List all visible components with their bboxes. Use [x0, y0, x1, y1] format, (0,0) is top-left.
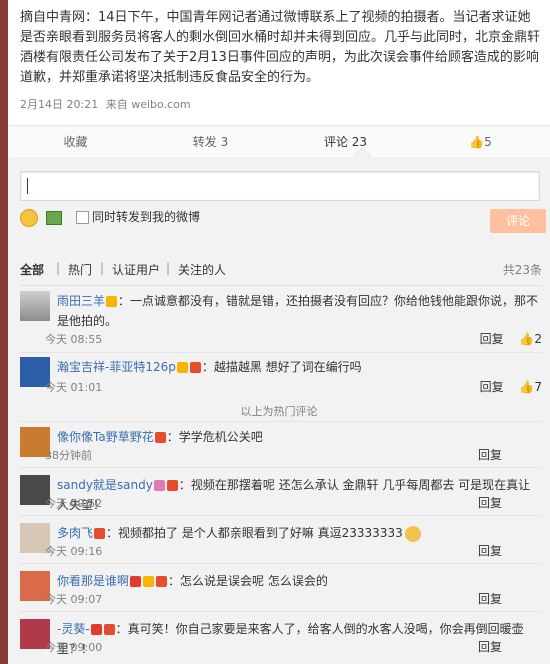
- thumbs-up-icon: 👍: [519, 380, 535, 394]
- comment-username[interactable]: 多肉飞: [57, 526, 93, 540]
- comment-time: 今天 01:01: [45, 381, 103, 394]
- comment-button[interactable]: 评论 23: [278, 126, 413, 158]
- reply-link[interactable]: 回复: [478, 448, 502, 462]
- weibo-card: 摘自中青网：14日下午，中国青年网记者通过微博联系上了视频的拍摄者。当记者求证她…: [8, 0, 550, 664]
- reply-link[interactable]: 回复: [478, 640, 502, 654]
- favorite-button[interactable]: 收藏: [8, 126, 143, 158]
- thumbs-up-icon: 👍: [519, 332, 535, 346]
- doge-emoji-icon: [404, 525, 421, 542]
- comment-text: ：学学危机公关吧: [166, 430, 263, 444]
- emoji-icon[interactable]: [20, 209, 38, 227]
- comment-time: 38分钟前: [45, 449, 92, 462]
- comment-text: ：一点诚意都没有，错就是错，还拍摄者没有回应？你给他钱他能跟你说，那不是他拍的。: [57, 294, 539, 328]
- image-icon[interactable]: [46, 211, 62, 225]
- comment-text: ：越描越黑 想好了词在编行吗: [201, 360, 362, 374]
- comment-username[interactable]: sandy就是sandy: [57, 478, 153, 492]
- like-button[interactable]: 👍5: [413, 126, 548, 158]
- comment-text: ：视频都拍了 是个人都亲眼看到了好嘛 真逗23333333: [106, 526, 403, 540]
- star-badge-icon: [90, 624, 102, 635]
- comment-item: 像你像Ta野草野花 ：学学危机公关吧: [20, 427, 542, 457]
- reply-link[interactable]: 回复: [480, 380, 504, 394]
- member-badge-icon: [94, 528, 106, 539]
- filter-all[interactable]: 全部: [20, 261, 44, 278]
- comment-input[interactable]: [20, 171, 540, 201]
- comment-time: 今天 09:16: [45, 545, 103, 558]
- comment-username[interactable]: 雨田三羊: [57, 294, 105, 308]
- forward-label: 同时转发到我的微博: [92, 210, 201, 224]
- verified-badge-icon: [143, 576, 155, 587]
- filter-following[interactable]: 关注的人: [178, 261, 226, 278]
- comment-text: ：真可笑！你自己家要是来客人了，给客人倒的水客人没喝，你会再倒回暖壶里？！: [57, 622, 524, 656]
- comment-like[interactable]: 👍7: [519, 380, 542, 394]
- comment-username[interactable]: 你看那是谁啊: [57, 574, 129, 588]
- comment-time: 今天 09:52: [45, 497, 103, 510]
- comment-time: 今天 09:07: [45, 593, 103, 606]
- member-badge-icon: [154, 432, 166, 443]
- action-bar: 收藏 转发 3 评论 23 👍5: [8, 125, 550, 159]
- post-meta: 2月14日 20:21 来自 weibo.com: [20, 96, 191, 112]
- star-badge-icon: [130, 576, 142, 587]
- filter-hot[interactable]: 热门: [68, 261, 92, 278]
- member-badge-icon: [103, 624, 115, 635]
- reply-link[interactable]: 回复: [480, 332, 504, 346]
- post-source[interactable]: 来自 weibo.com: [106, 98, 191, 111]
- filter-verified[interactable]: 认证用户: [112, 261, 160, 278]
- thumbs-up-icon: 👍: [469, 135, 485, 149]
- reply-link[interactable]: 回复: [478, 544, 502, 558]
- member-badge-icon: [156, 576, 168, 587]
- forward-checkbox[interactable]: [76, 211, 89, 224]
- filters-divider: [20, 285, 542, 286]
- comment-username[interactable]: 瀚宝吉祥-菲亚特126p: [57, 360, 176, 374]
- verified-badge-icon: [176, 362, 188, 373]
- like-count: 5: [484, 135, 492, 149]
- repost-button[interactable]: 转发 3: [143, 126, 278, 158]
- comment-text: ：怎么说是误会呢 怎么误会的: [168, 574, 328, 588]
- post-text: 摘自中青网：14日下午，中国青年网记者通过微博联系上了视频的拍摄者。当记者求证她…: [20, 10, 541, 85]
- member-badge-icon: [189, 362, 201, 373]
- reply-link[interactable]: 回复: [478, 592, 502, 606]
- member-badge-icon: [166, 480, 178, 491]
- hot-comments-note: 以上为热门评论: [240, 405, 318, 418]
- submit-comment-button[interactable]: 评论: [490, 209, 546, 233]
- comment-time: 今天 08:55: [45, 333, 103, 346]
- comment-time: 今天 09:00: [45, 641, 103, 654]
- comment-like[interactable]: 👍2: [519, 332, 542, 346]
- verified-badge-icon: [106, 296, 118, 307]
- post-time[interactable]: 2月14日 20:21: [20, 98, 98, 111]
- comment-username[interactable]: 像你像Ta野草野花: [57, 430, 154, 444]
- comment-username[interactable]: -灵葵-: [57, 622, 90, 636]
- avatar[interactable]: [20, 291, 50, 321]
- reply-link[interactable]: 回复: [478, 496, 502, 510]
- butterfly-badge-icon: [153, 480, 165, 491]
- comment-panel: 同时转发到我的微博 评论 全部 | 热门 | 认证用户 | 关注的人 共23条 …: [8, 157, 550, 664]
- text-caret: [27, 178, 28, 194]
- comment-total: 共23条: [502, 263, 542, 277]
- comment-filters: 全部 | 热门 | 认证用户 | 关注的人 共23条: [20, 261, 542, 278]
